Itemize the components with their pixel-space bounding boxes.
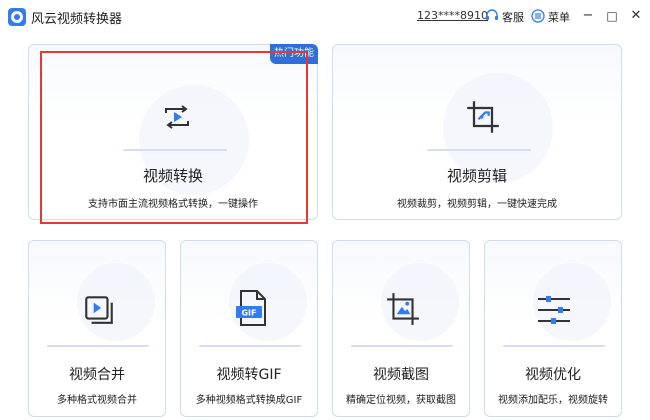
card-description: 多种视频格式转换成GIF	[195, 395, 303, 406]
title-bar: 风云视频转换器 123****8910 客服 菜单 − □ ✕	[0, 0, 650, 34]
card-description: 支持市面主流视频格式转换，一键操作	[88, 199, 258, 210]
app-logo-icon	[8, 8, 26, 26]
gif-file-icon: GIF	[236, 290, 266, 326]
service-button[interactable]: 客服	[502, 9, 524, 25]
card-description: 精确定位视频，获取截图	[346, 395, 456, 406]
card-video-merge[interactable]: 视频合并 多种格式视频合并	[28, 240, 166, 417]
menu-icon[interactable]	[531, 9, 545, 23]
card-title: 视频转GIF	[216, 367, 282, 383]
divider-line	[503, 345, 605, 347]
divider-line	[351, 345, 453, 347]
card-title: 视频合并	[69, 367, 125, 383]
card-description: 多种格式视频合并	[57, 395, 137, 406]
sliders-icon	[538, 296, 570, 324]
divider-line	[427, 149, 531, 151]
hot-feature-badge: 热门功能	[270, 44, 318, 64]
video-convert-icon	[165, 105, 189, 129]
headset-icon[interactable]	[485, 9, 499, 23]
gif-icon-text: GIF	[241, 309, 256, 318]
image-crop-icon	[387, 293, 419, 325]
maximize-button[interactable]: □	[602, 6, 622, 26]
divider-line	[123, 149, 227, 151]
close-button[interactable]: ✕	[626, 6, 646, 26]
divider-line	[47, 345, 149, 347]
divider-line	[199, 345, 301, 347]
minimize-button[interactable]: −	[578, 6, 598, 26]
card-video-convert[interactable]: 热门功能 视频转换 支持市面主流视频格式转换，一键操作	[28, 44, 318, 220]
card-title: 视频转换	[142, 167, 203, 185]
card-title: 视频优化	[525, 367, 581, 383]
app-title: 风云视频转换器	[31, 12, 123, 27]
menu-button[interactable]: 菜单	[548, 9, 570, 25]
video-merge-icon	[85, 296, 113, 324]
crop-icon	[467, 101, 499, 133]
account-link[interactable]: 123****8910	[417, 9, 488, 22]
card-video-screenshot[interactable]: 视频截图 精确定位视频，获取截图	[332, 240, 470, 417]
card-video-optimize[interactable]: 视频优化 视频添加配乐，视频旋转	[484, 240, 622, 417]
card-description: 视频裁剪，视频剪辑，一键快速完成	[397, 199, 557, 210]
card-video-edit[interactable]: 视频剪辑 视频裁剪，视频剪辑，一键快速完成	[332, 44, 622, 220]
card-video-gif[interactable]: GIF 视频转GIF 多种视频格式转换成GIF	[180, 240, 318, 417]
card-description: 视频添加配乐，视频旋转	[498, 395, 608, 406]
card-title: 视频截图	[373, 367, 429, 383]
card-title: 视频剪辑	[446, 167, 507, 185]
